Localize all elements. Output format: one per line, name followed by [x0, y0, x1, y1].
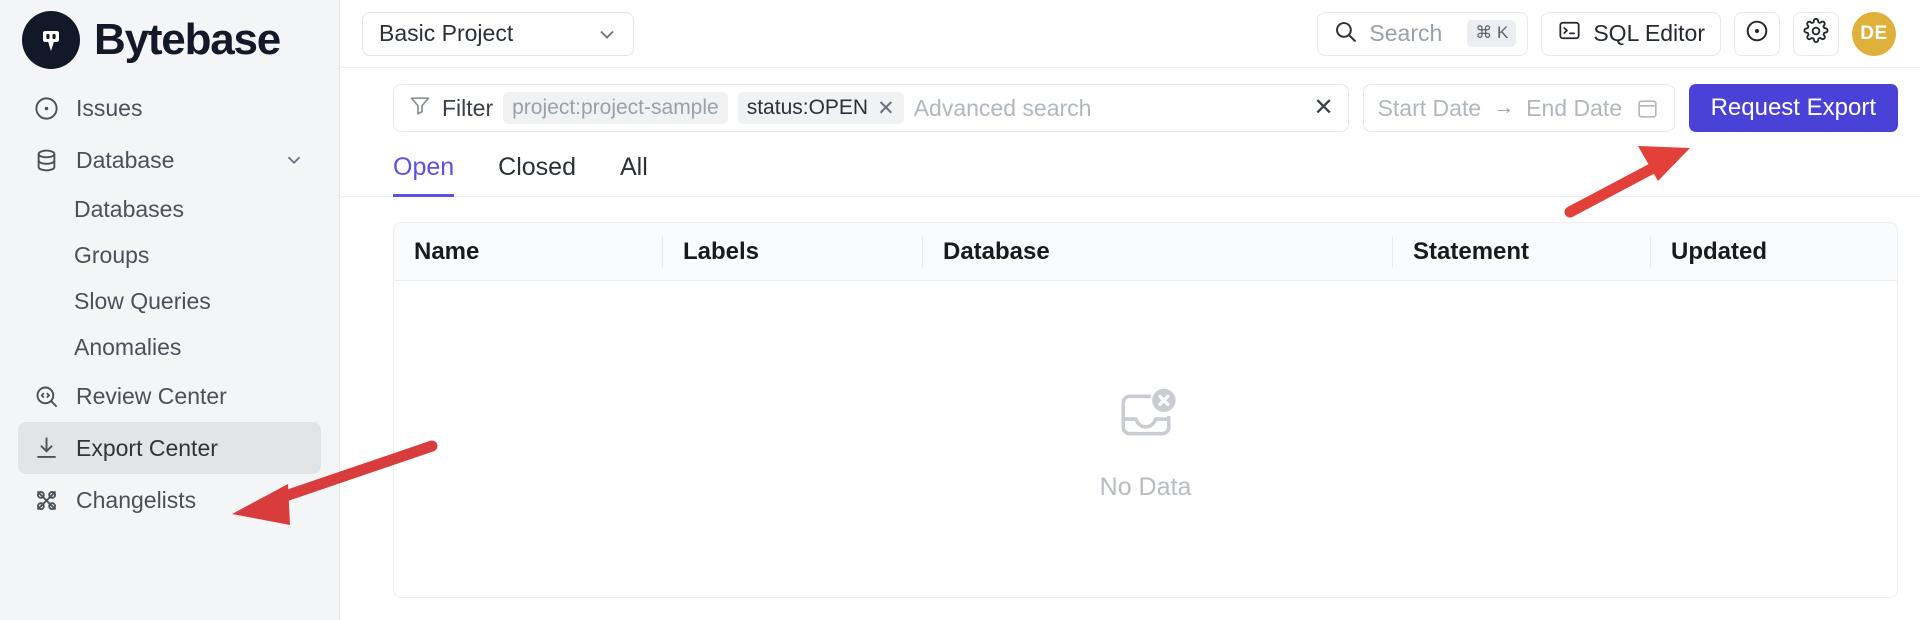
sidebar-item-slow-queries[interactable]: Slow Queries: [18, 278, 321, 324]
column-header-name[interactable]: Name: [394, 236, 662, 268]
download-icon: [32, 434, 60, 462]
date-range-picker[interactable]: Start Date → End Date: [1362, 84, 1675, 132]
search-input[interactable]: Search ⌘ K: [1317, 11, 1529, 56]
table-header-row: Name Labels Database Statement Updated: [394, 223, 1897, 281]
filter-chip-project[interactable]: project:project-sample: [503, 92, 728, 124]
help-button[interactable]: [1734, 11, 1780, 56]
project-selector-value: Basic Project: [379, 20, 514, 46]
sidebar-item-label: Anomalies: [74, 333, 182, 360]
filter-search-field[interactable]: Filter project:project-sample status:OPE…: [393, 84, 1349, 132]
request-export-button[interactable]: Request Export: [1688, 84, 1898, 132]
filter-chip-text: status:OPEN: [746, 96, 869, 119]
filter-chip-text: project:project-sample: [512, 96, 719, 119]
sidebar-item-review-center[interactable]: Review Center: [18, 370, 321, 422]
funnel-icon: [408, 93, 432, 123]
sql-terminal-icon: [1557, 18, 1582, 49]
sidebar-item-database[interactable]: Database: [18, 134, 321, 186]
gear-icon: [1803, 17, 1829, 49]
brand-name: Bytebase: [94, 15, 281, 64]
tab-all[interactable]: All: [620, 145, 648, 197]
sidebar-item-anomalies[interactable]: Anomalies: [18, 324, 321, 370]
column-header-updated[interactable]: Updated: [1650, 235, 1890, 268]
column-header-labels[interactable]: Labels: [662, 235, 922, 268]
end-date-input[interactable]: End Date: [1526, 95, 1622, 122]
clear-filters-icon[interactable]: ✕: [1313, 96, 1333, 120]
chevron-down-icon: [595, 22, 619, 46]
sidebar-item-label: Review Center: [76, 382, 227, 409]
settings-button[interactable]: [1793, 11, 1839, 56]
sidebar-item-groups[interactable]: Groups: [18, 232, 321, 278]
sidebar-item-label: Changelists: [76, 486, 197, 513]
bytebase-logo-icon: [22, 11, 80, 69]
empty-state-text: No Data: [1099, 473, 1192, 501]
start-date-input[interactable]: Start Date: [1378, 95, 1482, 122]
advanced-search-input[interactable]: Advanced search: [914, 95, 1304, 122]
filter-chip-status[interactable]: status:OPEN ✕: [737, 92, 904, 124]
topbar-actions: Search ⌘ K SQL Editor DE: [1317, 11, 1896, 56]
sidebar-item-issues[interactable]: Issues: [18, 82, 321, 134]
export-table: Name Labels Database Statement Updated N…: [393, 222, 1898, 598]
sidebar-item-export-center[interactable]: Export Center: [18, 422, 321, 474]
sql-editor-button[interactable]: SQL Editor: [1541, 11, 1721, 56]
issues-circle-icon: [32, 94, 60, 122]
chevron-down-icon[interactable]: [283, 149, 305, 171]
help-circle-icon: [1744, 18, 1770, 49]
sidebar-item-changelists[interactable]: Changelists: [18, 474, 321, 526]
main-content: Basic Project Search ⌘ K SQL Editor DE F…: [340, 0, 1920, 620]
filter-label: Filter: [442, 94, 494, 121]
sidebar-nav: Issues Database Databases Groups Slow Qu…: [0, 78, 339, 526]
avatar-initials: DE: [1860, 22, 1888, 44]
arrow-right-icon: →: [1493, 96, 1515, 119]
status-tabs: Open Closed All: [340, 144, 1920, 197]
topbar: Basic Project Search ⌘ K SQL Editor DE: [340, 0, 1920, 68]
brand[interactable]: Bytebase: [0, 0, 339, 78]
tab-closed[interactable]: Closed: [498, 145, 576, 197]
app-root: Bytebase Issues Database Databases Group…: [0, 0, 1920, 620]
sidebar-item-label: Export Center: [76, 434, 218, 461]
column-header-statement[interactable]: Statement: [1392, 235, 1650, 268]
project-selector[interactable]: Basic Project: [362, 11, 634, 56]
inbox-error-icon: [1107, 376, 1185, 459]
sidebar-item-label: Groups: [74, 241, 150, 268]
changelist-icon: [32, 486, 60, 514]
column-header-database[interactable]: Database: [922, 235, 1392, 268]
sidebar-item-label: Slow Queries: [74, 287, 211, 314]
table-body: No Data: [394, 281, 1897, 597]
calendar-icon: [1635, 96, 1660, 121]
sql-editor-label: SQL Editor: [1593, 20, 1705, 46]
search-shortcut: ⌘ K: [1467, 20, 1517, 47]
sidebar-item-label: Databases: [74, 195, 184, 222]
code-search-icon: [32, 382, 60, 410]
sidebar-item-label: Issues: [76, 94, 143, 121]
sidebar-item-label: Database: [76, 146, 175, 173]
sidebar-item-databases[interactable]: Databases: [18, 186, 321, 232]
sidebar: Bytebase Issues Database Databases Group…: [0, 0, 340, 620]
filter-button[interactable]: Filter: [408, 93, 493, 123]
search-icon: [1333, 19, 1358, 49]
close-icon[interactable]: ✕: [877, 98, 895, 119]
filter-bar: Filter project:project-sample status:OPE…: [340, 68, 1920, 132]
tab-open[interactable]: Open: [393, 145, 455, 197]
avatar[interactable]: DE: [1852, 11, 1896, 56]
database-icon: [32, 146, 60, 174]
search-placeholder: Search: [1369, 20, 1443, 46]
